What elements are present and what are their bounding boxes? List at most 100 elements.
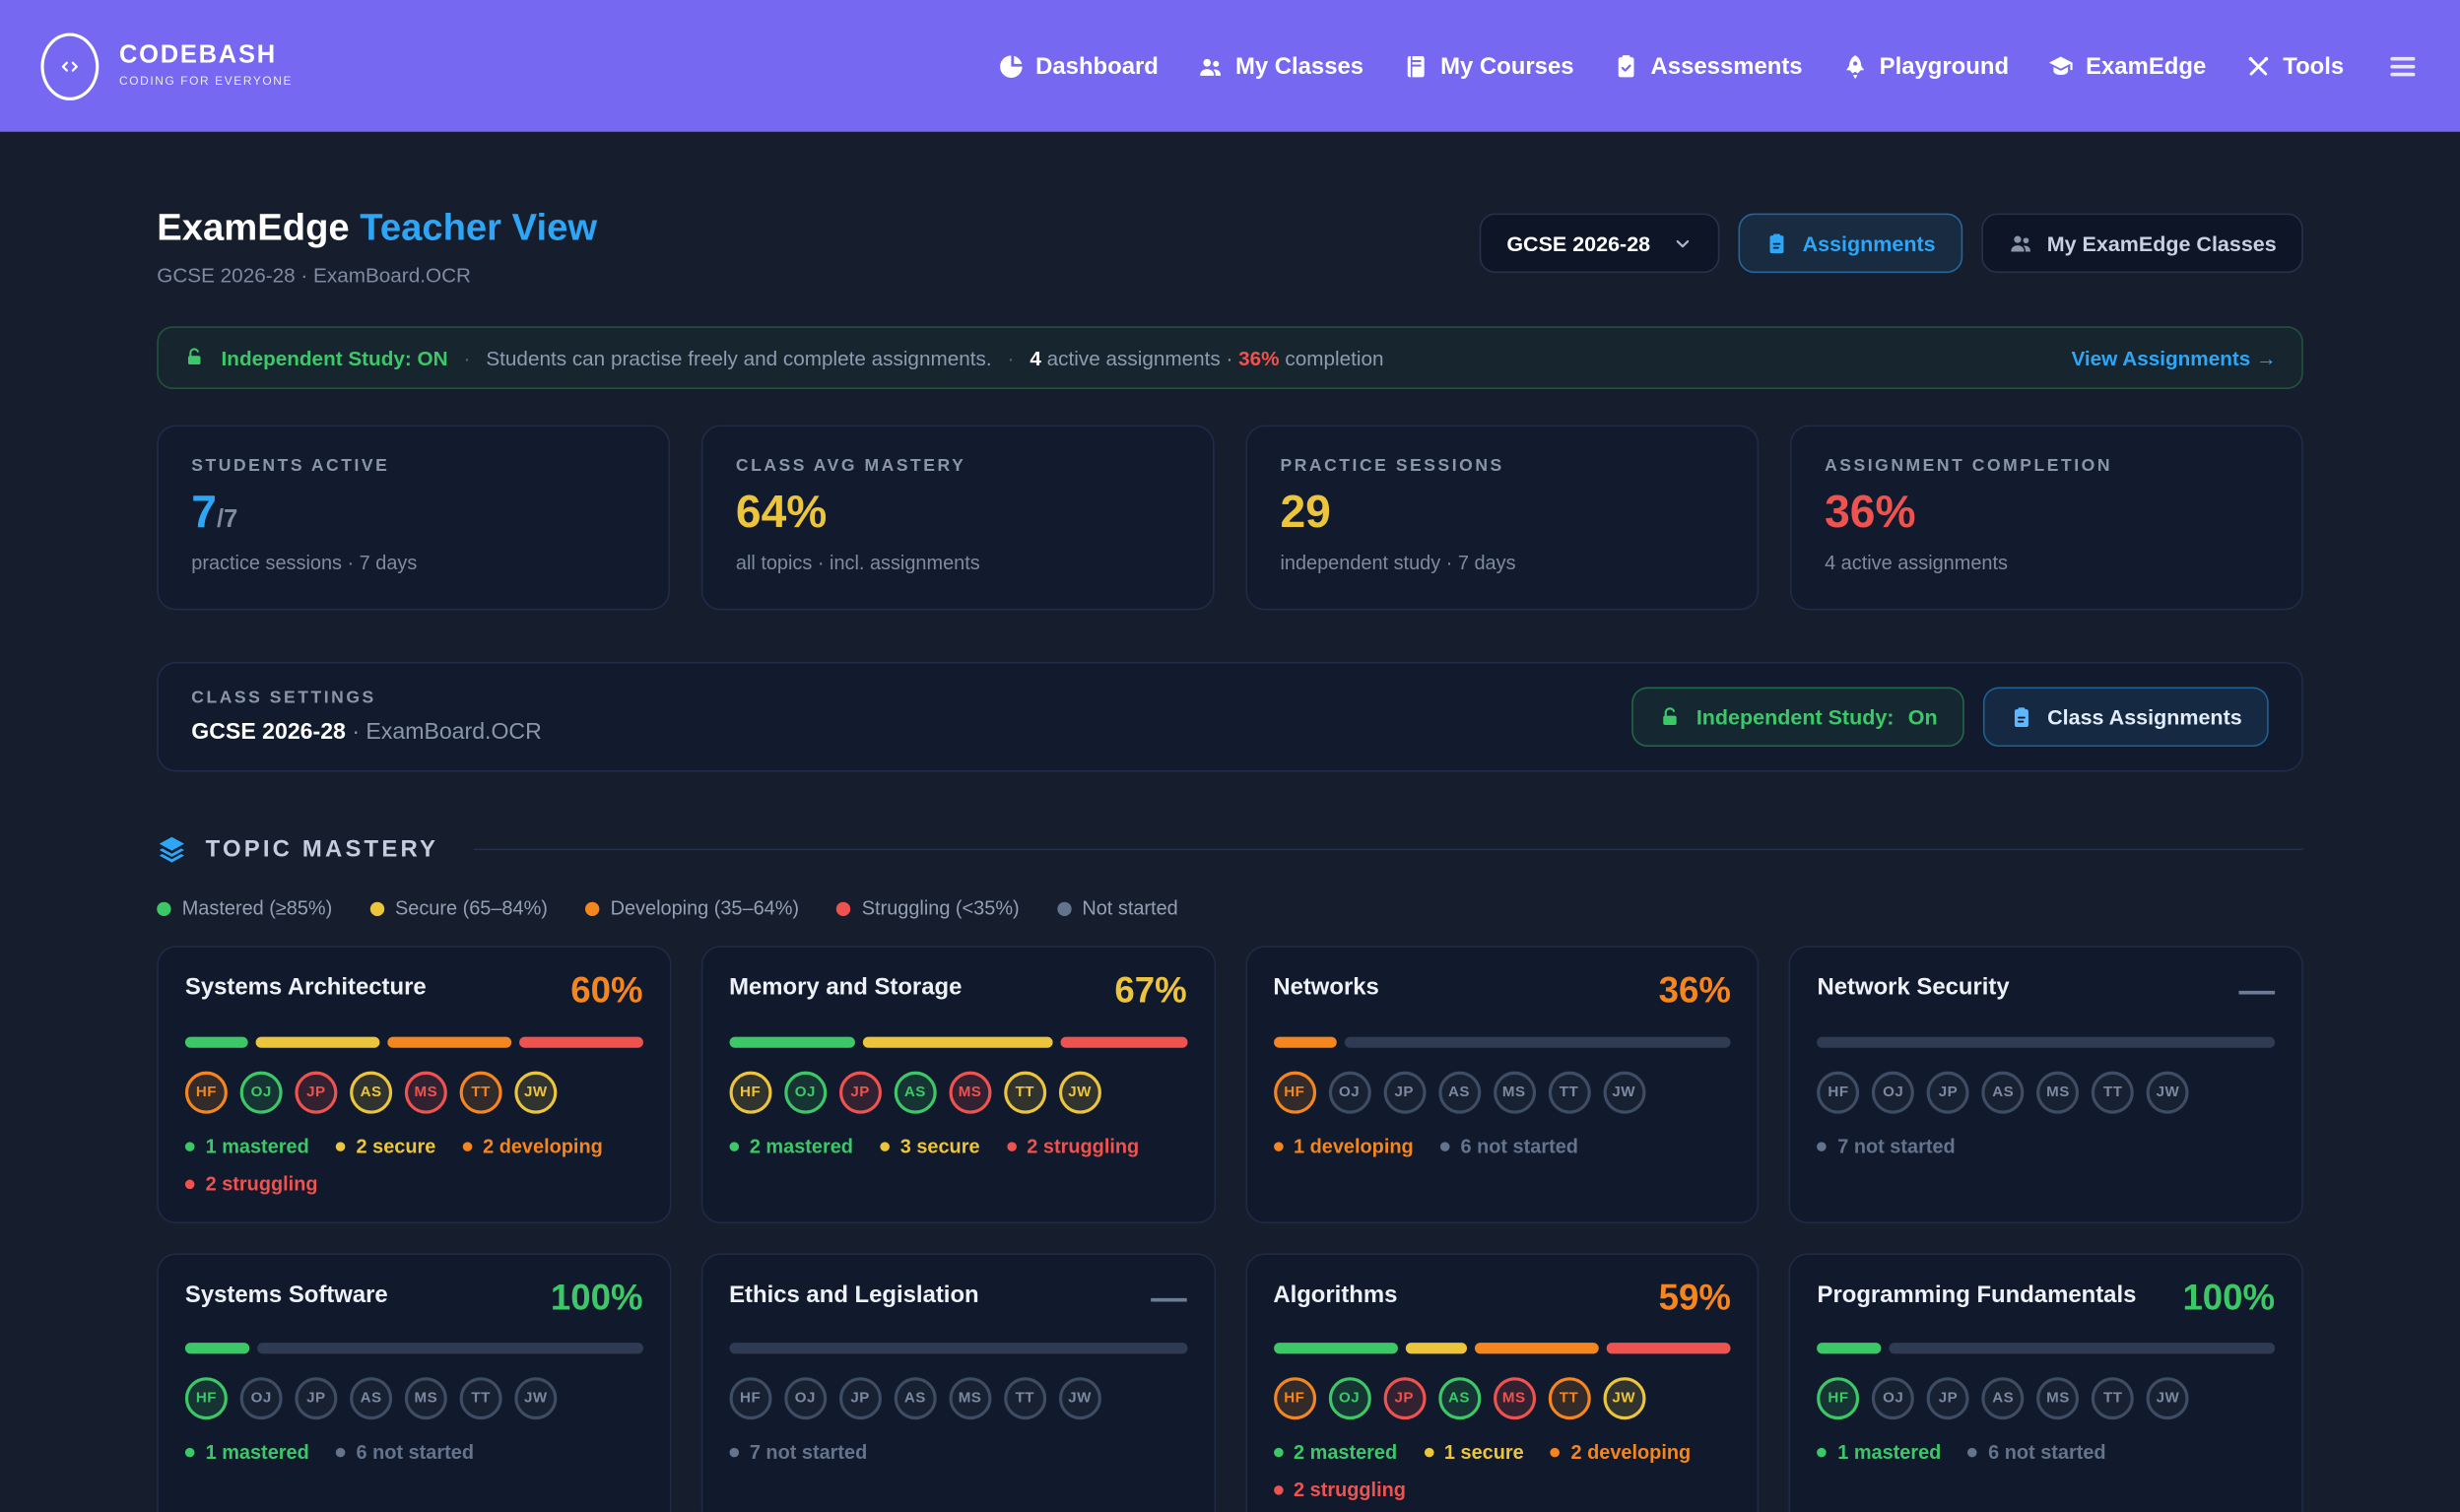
avatar-tt[interactable]: TT bbox=[1548, 1071, 1590, 1113]
avatar-jp[interactable]: JP bbox=[295, 1378, 337, 1420]
users-icon bbox=[2008, 230, 2032, 255]
avatar-jw[interactable]: JW bbox=[1059, 1378, 1101, 1420]
legend-label: Struggling (<35%) bbox=[862, 897, 1020, 919]
avatar-as[interactable]: AS bbox=[1438, 1071, 1481, 1113]
avatar-ms[interactable]: MS bbox=[2036, 1071, 2079, 1113]
avatar-oj[interactable]: OJ bbox=[1328, 1378, 1370, 1420]
avatar-tt[interactable]: TT bbox=[1548, 1378, 1590, 1420]
avatar-hf[interactable]: HF bbox=[1273, 1378, 1315, 1420]
avatar-as[interactable]: AS bbox=[1438, 1378, 1481, 1420]
avatar-tt[interactable]: TT bbox=[1004, 1071, 1046, 1113]
header-controls: GCSE 2026-28 Assignments My ExamEdge Cla… bbox=[1480, 214, 2303, 274]
avatar-tt[interactable]: TT bbox=[2092, 1378, 2134, 1420]
student-avatars: HF OJ JP AS MS TT JW bbox=[185, 1071, 643, 1113]
topic-mastery-percent: — bbox=[2238, 974, 2275, 1007]
hamburger-icon[interactable] bbox=[2386, 49, 2419, 82]
avatar-hf[interactable]: HF bbox=[729, 1378, 771, 1420]
topic-name: Ethics and Legislation bbox=[729, 1282, 979, 1308]
mastery-progress-bar bbox=[1818, 1036, 2276, 1047]
topic-stat-2-mastered: 2 mastered bbox=[1273, 1442, 1397, 1464]
avatar-jw[interactable]: JW bbox=[514, 1071, 557, 1113]
topic-stat-1-secure: 1 secure bbox=[1424, 1442, 1523, 1464]
avatar-tt[interactable]: TT bbox=[1004, 1378, 1046, 1420]
avatar-jp[interactable]: JP bbox=[1383, 1378, 1426, 1420]
avatar-oj[interactable]: OJ bbox=[784, 1071, 827, 1113]
stat-card-class-avg-mastery: CLASS AVG MASTERY64%all topics · incl. a… bbox=[701, 426, 1215, 611]
stat-dot bbox=[1273, 1142, 1283, 1151]
class-settings-value: GCSE 2026-28 · ExamBoard.OCR bbox=[191, 720, 542, 745]
avatar-jp[interactable]: JP bbox=[839, 1378, 882, 1420]
avatar-hf[interactable]: HF bbox=[185, 1378, 228, 1420]
stat-dot bbox=[185, 1448, 195, 1458]
avatar-jw[interactable]: JW bbox=[2147, 1378, 2189, 1420]
avatar-as[interactable]: AS bbox=[350, 1071, 392, 1113]
bar-segment-green bbox=[1818, 1344, 1882, 1354]
nav-item-label: Tools bbox=[2283, 52, 2344, 79]
avatar-as[interactable]: AS bbox=[350, 1378, 392, 1420]
avatar-hf[interactable]: HF bbox=[1273, 1071, 1315, 1113]
class-select[interactable]: GCSE 2026-28 bbox=[1480, 214, 1719, 274]
avatar-oj[interactable]: OJ bbox=[1328, 1071, 1370, 1113]
avatar-jw[interactable]: JW bbox=[2147, 1071, 2189, 1113]
avatar-ms[interactable]: MS bbox=[1493, 1378, 1535, 1420]
view-assignments-link[interactable]: View Assignments → bbox=[2071, 346, 2276, 369]
avatar-oj[interactable]: OJ bbox=[240, 1071, 283, 1113]
topic-mastery-percent: 60% bbox=[570, 974, 642, 1007]
avatar-ms[interactable]: MS bbox=[2036, 1378, 2079, 1420]
nav-item-my-courses[interactable]: My Courses bbox=[1403, 52, 1574, 79]
avatar-tt[interactable]: TT bbox=[460, 1378, 502, 1420]
assignments-button[interactable]: Assignments bbox=[1738, 214, 1961, 274]
tools-icon bbox=[2245, 52, 2272, 79]
topic-stats: 2 mastered1 secure2 developing2 struggli… bbox=[1273, 1442, 1731, 1502]
avatar-hf[interactable]: HF bbox=[1818, 1378, 1860, 1420]
stats-grid: STUDENTS ACTIVE7/7practice sessions · 7 … bbox=[157, 426, 2303, 611]
avatar-jp[interactable]: JP bbox=[1927, 1071, 1969, 1113]
topic-stat-6-not-started: 6 not started bbox=[336, 1442, 474, 1464]
avatar-ms[interactable]: MS bbox=[405, 1071, 447, 1113]
nav-item-tools[interactable]: Tools bbox=[2245, 52, 2344, 79]
nav-item-my-classes[interactable]: My Classes bbox=[1198, 52, 1363, 79]
avatar-tt[interactable]: TT bbox=[2092, 1071, 2134, 1113]
avatar-hf[interactable]: HF bbox=[729, 1071, 771, 1113]
avatar-oj[interactable]: OJ bbox=[240, 1378, 283, 1420]
avatar-ms[interactable]: MS bbox=[949, 1378, 991, 1420]
stat-card-label: PRACTICE SESSIONS bbox=[1280, 456, 1724, 475]
avatar-as[interactable]: AS bbox=[894, 1378, 936, 1420]
avatar-hf[interactable]: HF bbox=[185, 1071, 228, 1113]
my-examedge-classes-button[interactable]: My ExamEdge Classes bbox=[1981, 214, 2303, 274]
topic-mastery-percent: 59% bbox=[1659, 1282, 1731, 1314]
avatar-oj[interactable]: OJ bbox=[1872, 1071, 1914, 1113]
avatar-as[interactable]: AS bbox=[1982, 1071, 2025, 1113]
nav-item-examedge[interactable]: ExamEdge bbox=[2048, 52, 2206, 79]
avatar-jw[interactable]: JW bbox=[1059, 1071, 1101, 1113]
avatar-jw[interactable]: JW bbox=[1603, 1378, 1645, 1420]
avatar-oj[interactable]: OJ bbox=[1872, 1378, 1914, 1420]
avatar-jp[interactable]: JP bbox=[295, 1071, 337, 1113]
nav-item-playground[interactable]: Playground bbox=[1841, 52, 2009, 79]
nav-item-assessments[interactable]: Assessments bbox=[1613, 52, 1802, 79]
independent-study-toggle[interactable]: Independent Study: On bbox=[1632, 688, 1964, 748]
brand-logo-block[interactable]: CODEBASH CODING FOR EVERYONE bbox=[40, 33, 293, 99]
avatar-as[interactable]: AS bbox=[894, 1071, 936, 1113]
avatar-as[interactable]: AS bbox=[1982, 1378, 2025, 1420]
avatar-ms[interactable]: MS bbox=[949, 1071, 991, 1113]
avatar-ms[interactable]: MS bbox=[1493, 1071, 1535, 1113]
nav-item-dashboard[interactable]: Dashboard bbox=[998, 52, 1159, 79]
avatar-jp[interactable]: JP bbox=[839, 1071, 882, 1113]
avatar-jp[interactable]: JP bbox=[1383, 1071, 1426, 1113]
topic-card-header: Systems Architecture60% bbox=[185, 974, 643, 1007]
topic-mastery-percent: 100% bbox=[2182, 1282, 2275, 1314]
avatar-ms[interactable]: MS bbox=[405, 1378, 447, 1420]
topic-stat-1-mastered: 1 mastered bbox=[185, 1135, 309, 1156]
class-assignments-button[interactable]: Class Assignments bbox=[1983, 688, 2269, 748]
banner-separator: · bbox=[464, 346, 471, 369]
bar-segment-green bbox=[185, 1036, 247, 1047]
nav-item-label: Dashboard bbox=[1035, 52, 1159, 79]
avatar-tt[interactable]: TT bbox=[460, 1071, 502, 1113]
avatar-oj[interactable]: OJ bbox=[784, 1378, 827, 1420]
topic-mastery-percent: 100% bbox=[551, 1282, 643, 1314]
avatar-jw[interactable]: JW bbox=[514, 1378, 557, 1420]
avatar-jp[interactable]: JP bbox=[1927, 1378, 1969, 1420]
avatar-hf[interactable]: HF bbox=[1818, 1071, 1860, 1113]
avatar-jw[interactable]: JW bbox=[1603, 1071, 1645, 1113]
